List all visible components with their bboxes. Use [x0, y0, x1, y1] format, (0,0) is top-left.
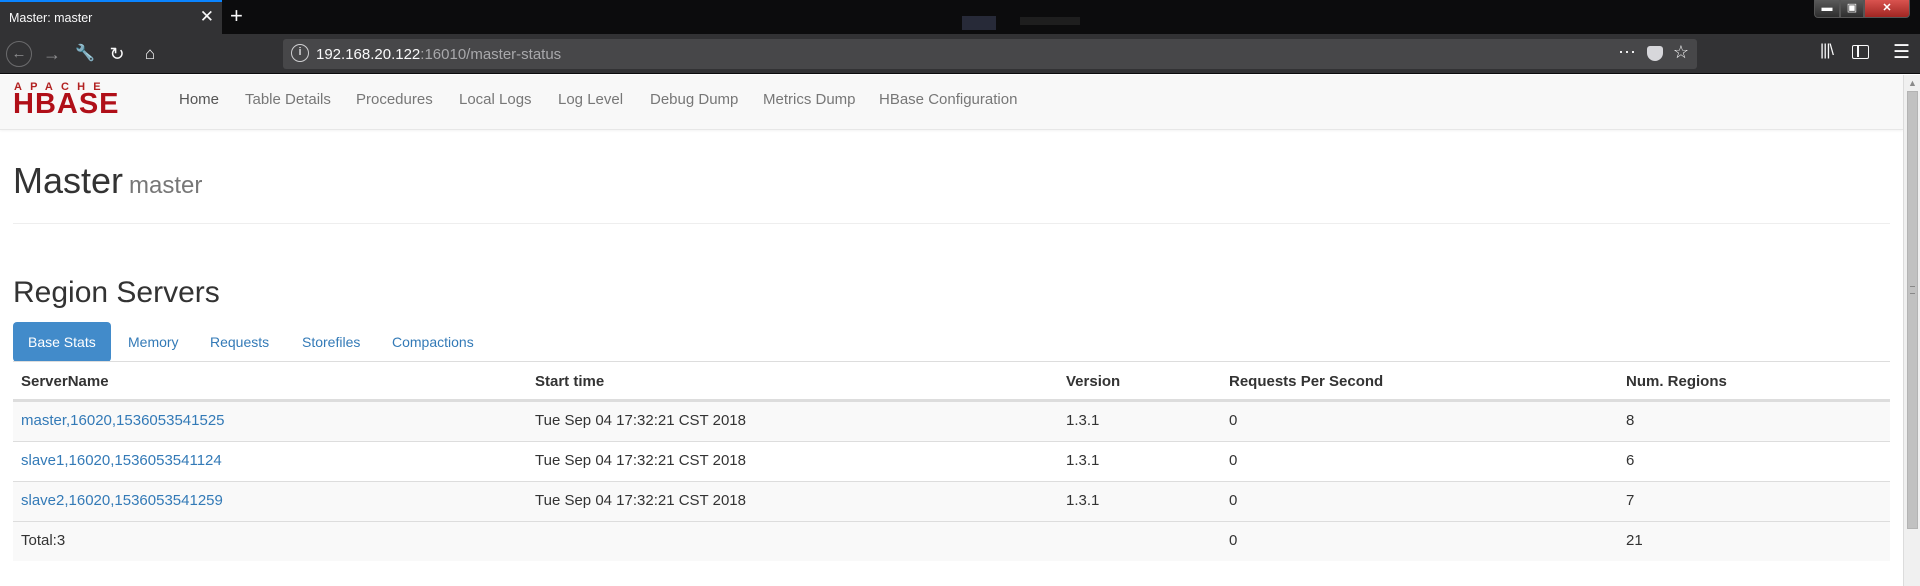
table-cell: 1.3.1 [1066, 412, 1100, 429]
url-host: 192.168.20.122 [316, 46, 421, 63]
hbase-logo[interactable]: APACHE HBASE [13, 81, 151, 119]
browser-toolbar: ← → 🔧 ↻ ⌂ i 192.168.20.122:16010/master-… [0, 34, 1920, 74]
table-cell: 0 [1229, 492, 1238, 509]
window-maximize-button[interactable]: ▣ [1840, 0, 1864, 18]
grip-icon [1910, 286, 1915, 294]
table-cell: 6 [1626, 452, 1635, 469]
server-link[interactable]: master,16020,1536053541525 [21, 412, 225, 429]
column-header[interactable]: Num. Regions [1626, 373, 1727, 390]
nav-home[interactable]: Home [179, 91, 219, 108]
url-bar[interactable]: i 192.168.20.122:16010/master-status ⋯ ☆ [283, 39, 1697, 69]
page-viewport: APACHE HBASE Home Table Details Procedur… [0, 75, 1903, 586]
window-close-button[interactable]: ✕ [1864, 0, 1910, 18]
column-header[interactable]: ServerName [21, 373, 109, 390]
tab-storefiles[interactable]: Storefiles [287, 322, 375, 362]
nav-metrics-dump[interactable]: Metrics Dump [763, 91, 856, 108]
scroll-up-icon[interactable]: ▲ [1908, 78, 1917, 88]
table-cell: Tue Sep 04 17:32:21 CST 2018 [535, 492, 746, 509]
table-cell: Tue Sep 04 17:32:21 CST 2018 [535, 452, 746, 469]
blurred-region [962, 16, 996, 30]
browser-tab[interactable]: Master: master ✕ [0, 0, 222, 34]
table-cell: 1.3.1 [1066, 492, 1100, 509]
url-path: :16010/master-status [420, 46, 562, 63]
table-cell: 1.3.1 [1066, 452, 1100, 469]
divider [13, 223, 1890, 224]
table-cell: 0 [1229, 452, 1238, 469]
table-cell: 0 [1229, 412, 1238, 429]
home-icon[interactable]: ⌂ [137, 41, 163, 67]
library-icon[interactable]: |||\ [1820, 42, 1834, 60]
nav-log-level[interactable]: Log Level [558, 91, 623, 108]
tab-compactions[interactable]: Compactions [377, 322, 489, 362]
table-header-row: ServerName Start time Version Requests P… [13, 361, 1890, 401]
total-label: Total:3 [21, 532, 66, 549]
top-navbar: APACHE HBASE Home Table Details Procedur… [0, 75, 1903, 130]
table-cell: Tue Sep 04 17:32:21 CST 2018 [535, 412, 746, 429]
nav-hbase-configuration[interactable]: HBase Configuration [879, 91, 1017, 108]
scrollbar-thumb[interactable] [1907, 91, 1918, 529]
tab-close-icon[interactable]: ✕ [200, 8, 214, 26]
blurred-region [1020, 17, 1080, 25]
table-row: slave1,16020,1536053541124 Tue Sep 04 17… [13, 441, 1890, 481]
server-link[interactable]: slave2,16020,1536053541259 [21, 492, 223, 509]
star-icon[interactable]: ☆ [1673, 42, 1689, 63]
table-row: slave2,16020,1536053541259 Tue Sep 04 17… [13, 481, 1890, 521]
logo-hbase-text: HBASE [13, 88, 120, 120]
menu-icon[interactable]: ☰ [1893, 41, 1910, 64]
url-text[interactable]: 192.168.20.122:16010/master-status [316, 46, 561, 63]
column-header[interactable]: Version [1066, 373, 1120, 390]
wrench-icon[interactable]: 🔧 [72, 41, 98, 67]
page-title-sub: master [129, 172, 203, 199]
column-header[interactable]: Requests Per Second [1229, 373, 1383, 390]
pocket-icon[interactable] [1647, 46, 1663, 61]
browser-tab-bar: Master: master ✕ + ▬ ▣ ✕ [0, 0, 1920, 34]
tab-memory[interactable]: Memory [113, 322, 194, 362]
nav-table-details[interactable]: Table Details [245, 91, 331, 108]
nav-local-logs[interactable]: Local Logs [459, 91, 532, 108]
sidebar-icon[interactable] [1852, 45, 1869, 59]
total-rps: 0 [1229, 532, 1238, 549]
column-header[interactable]: Start time [535, 373, 604, 390]
vertical-scrollbar[interactable]: ▲ [1903, 75, 1920, 586]
tab-requests[interactable]: Requests [195, 322, 284, 362]
window-minimize-button[interactable]: ▬ [1814, 0, 1840, 18]
page-title: Master master [13, 160, 202, 202]
more-icon[interactable]: ⋯ [1618, 42, 1637, 63]
back-icon[interactable]: ← [6, 41, 32, 67]
forward-icon[interactable]: → [39, 41, 65, 67]
server-link[interactable]: slave1,16020,1536053541124 [21, 452, 222, 469]
nav-procedures[interactable]: Procedures [356, 91, 433, 108]
new-tab-button[interactable]: + [230, 3, 243, 29]
total-regions: 21 [1626, 532, 1643, 549]
region-servers-heading: Region Servers [13, 276, 220, 309]
table-total-row: Total:3 0 21 [13, 521, 1890, 561]
page-title-main: Master [13, 160, 124, 201]
table-cell: 7 [1626, 492, 1635, 509]
reload-icon[interactable]: ↻ [104, 41, 130, 67]
table-cell: 8 [1626, 412, 1635, 429]
tab-base-stats[interactable]: Base Stats [13, 322, 111, 362]
table-row: master,16020,1536053541525 Tue Sep 04 17… [13, 401, 1890, 441]
info-icon[interactable]: i [291, 44, 309, 62]
nav-debug-dump[interactable]: Debug Dump [650, 91, 738, 108]
tab-title: Master: master [9, 11, 93, 25]
